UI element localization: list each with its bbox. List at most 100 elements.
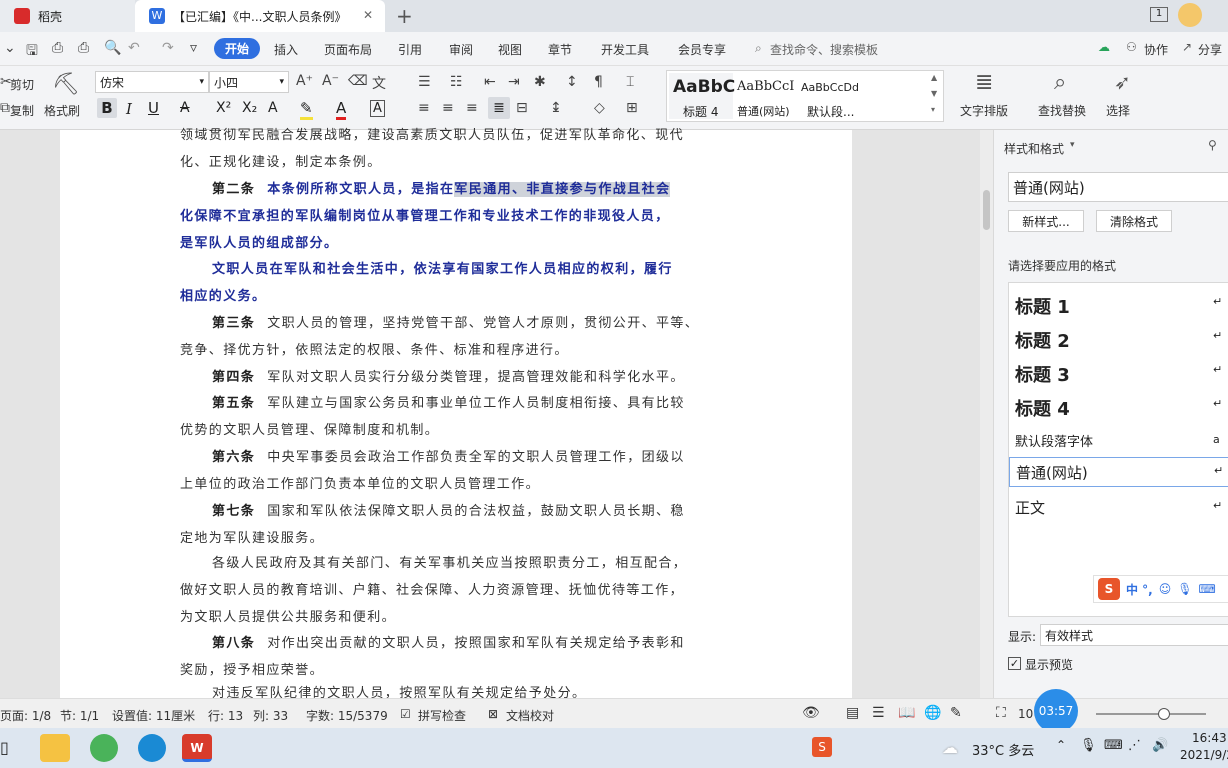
- volume-icon[interactable]: 🔊: [1152, 738, 1168, 753]
- weather-text[interactable]: 33°C 多云: [972, 740, 1034, 759]
- align-center-icon[interactable]: ≡: [442, 100, 454, 116]
- distributed-align-icon[interactable]: ⊟: [516, 100, 528, 116]
- mic-icon[interactable]: 🎙: [1177, 582, 1192, 596]
- proofread-button[interactable]: 文档校对: [506, 707, 554, 724]
- sogou-tray-icon[interactable]: S: [812, 737, 832, 757]
- close-icon[interactable]: ✕: [363, 8, 373, 22]
- collab-button[interactable]: 协作: [1144, 41, 1168, 58]
- style-normal-web[interactable]: AaBbCcI 普通(网站): [735, 73, 799, 119]
- print-icon[interactable]: ⎙: [78, 40, 89, 56]
- align-left-icon[interactable]: ≡: [418, 100, 430, 116]
- increase-indent-icon[interactable]: ⇥: [508, 74, 520, 90]
- menu-review[interactable]: 审阅: [449, 41, 473, 58]
- menu-home[interactable]: 开始: [214, 38, 261, 59]
- tab-stops-icon[interactable]: ⌶: [626, 74, 634, 90]
- document-page[interactable]: 领域贯彻军民融合发展战略，建设高素质文职人员队伍，促进军队革命化、现代 化、正规化…: [60, 128, 852, 701]
- more-icon[interactable]: ▿: [190, 40, 197, 56]
- add-tab-icon[interactable]: +: [396, 4, 413, 28]
- clock-time[interactable]: 16:43: [1192, 731, 1227, 745]
- clock-date[interactable]: 2021/9/2: [1180, 748, 1228, 762]
- keyboard-icon[interactable]: ⌨: [1199, 582, 1216, 596]
- fit-page-icon[interactable]: ⛶: [996, 705, 1006, 721]
- print-preview-icon[interactable]: 🔍: [104, 40, 121, 56]
- chevron-down-icon[interactable]: ▾: [1070, 140, 1075, 150]
- menu-view[interactable]: 视图: [498, 41, 522, 58]
- grow-font-icon[interactable]: A⁺: [296, 73, 313, 89]
- clear-format-icon[interactable]: ⌫: [348, 73, 368, 89]
- cloud-sync-icon[interactable]: ☁: [1098, 40, 1110, 54]
- menu-chapter[interactable]: 章节: [548, 41, 572, 58]
- export-pdf-icon[interactable]: ⎙: [52, 40, 63, 56]
- emoji-icon[interactable]: ☺: [1159, 582, 1172, 596]
- font-family-select[interactable]: 仿宋 ▾: [95, 71, 209, 93]
- align-right-icon[interactable]: ≡: [466, 100, 478, 116]
- current-style-field[interactable]: 普通(网站): [1008, 172, 1228, 202]
- spellcheck-button[interactable]: 拼写检查: [418, 707, 466, 724]
- menu-insert[interactable]: 插入: [274, 41, 298, 58]
- undo-icon[interactable]: ↶: [128, 40, 140, 56]
- reading-view-icon[interactable]: 📖: [898, 705, 915, 721]
- eye-protect-icon[interactable]: 👁: [802, 705, 820, 721]
- ime-toolbar[interactable]: S 中 °, ☺ 🎙 ⌨: [1093, 575, 1228, 603]
- show-filter-select[interactable]: 有效样式: [1040, 624, 1228, 646]
- pen-icon[interactable]: ✎: [950, 705, 962, 721]
- strikethrough-icon[interactable]: A: [180, 100, 190, 116]
- copy-button[interactable]: 复制: [10, 102, 34, 119]
- menu-page-layout[interactable]: 页面布局: [324, 41, 372, 58]
- page-view-icon[interactable]: ▤: [846, 705, 859, 721]
- bold-icon[interactable]: B: [97, 98, 117, 118]
- chevron-down-icon[interactable]: ⌄: [4, 40, 16, 56]
- pinyin-icon[interactable]: 文: [372, 73, 386, 93]
- menu-member[interactable]: 会员专享: [678, 41, 726, 58]
- style-list-item[interactable]: 默认段落字体 a: [1009, 427, 1228, 457]
- style-list-item[interactable]: 标题 2 ↵: [1009, 323, 1228, 353]
- select-button[interactable]: 选择: [1106, 102, 1130, 119]
- gallery-more-icon[interactable]: ▾: [931, 105, 935, 114]
- shading-icon[interactable]: ◇: [594, 100, 605, 116]
- tab-daoke[interactable]: 稻壳: [0, 0, 135, 32]
- page-indicator[interactable]: 页面: 1/8: [0, 707, 51, 724]
- text-effect-icon[interactable]: A: [268, 100, 278, 116]
- justify-icon[interactable]: ≣: [488, 97, 510, 119]
- preview-checkbox[interactable]: ✓: [1008, 657, 1021, 670]
- bullet-list-icon[interactable]: ☰: [418, 74, 431, 90]
- scroll-down-icon[interactable]: ▼: [931, 89, 937, 98]
- taskview-icon[interactable]: ▯: [0, 738, 9, 757]
- style-default[interactable]: AaBbCcDd 默认段...: [801, 73, 921, 119]
- style-list-item[interactable]: 普通(网站) ↵: [1009, 457, 1228, 487]
- window-mode-icon[interactable]: 1: [1150, 7, 1168, 22]
- word-count[interactable]: 字数: 15/5379: [306, 707, 388, 724]
- format-painter-button[interactable]: 格式刷: [44, 102, 80, 119]
- sort-icon[interactable]: ↕: [566, 74, 578, 90]
- style-list-item[interactable]: 标题 3 ↵: [1009, 357, 1228, 387]
- font-color-icon[interactable]: A: [336, 99, 347, 120]
- style-list-item[interactable]: 正文 ↵: [1009, 493, 1228, 523]
- show-marks-icon[interactable]: ¶: [594, 74, 603, 90]
- menu-references[interactable]: 引用: [398, 41, 422, 58]
- text-layout-button[interactable]: 文字排版: [960, 102, 1008, 119]
- numbered-list-icon[interactable]: ☷: [450, 74, 463, 90]
- redo-icon[interactable]: ↷: [162, 40, 174, 56]
- zoom-level[interactable]: 10: [1018, 707, 1033, 721]
- tray-expand-icon[interactable]: ⌃: [1056, 738, 1066, 752]
- style-list-item[interactable]: 标题 4 ↵: [1009, 391, 1228, 421]
- wps-icon[interactable]: W: [182, 734, 212, 762]
- vertical-scrollbar[interactable]: [980, 130, 993, 698]
- decrease-indent-icon[interactable]: ⇤: [484, 74, 496, 90]
- clear-format-button[interactable]: 清除格式: [1096, 210, 1172, 232]
- zoom-slider[interactable]: [1096, 713, 1206, 715]
- network-icon[interactable]: ⌨: [1104, 738, 1123, 753]
- cut-button[interactable]: 剪切: [10, 76, 34, 93]
- find-replace-button[interactable]: 查找替换: [1038, 102, 1086, 119]
- zoom-slider-handle[interactable]: [1158, 708, 1170, 720]
- line-spacing-icon[interactable]: ↨: [550, 100, 562, 116]
- mic-tray-icon[interactable]: 🎙: [1080, 738, 1097, 753]
- share-button[interactable]: 分享: [1198, 41, 1222, 58]
- italic-icon[interactable]: I: [126, 100, 132, 118]
- command-search[interactable]: 查找命令、搜索模板: [770, 41, 878, 58]
- style-heading4[interactable]: AaBbC 标题 4: [669, 73, 735, 119]
- web-view-icon[interactable]: 🌐: [924, 705, 941, 721]
- scroll-up-icon[interactable]: ▲: [931, 73, 937, 82]
- avatar[interactable]: [1178, 3, 1202, 27]
- chrome-icon[interactable]: [90, 734, 118, 762]
